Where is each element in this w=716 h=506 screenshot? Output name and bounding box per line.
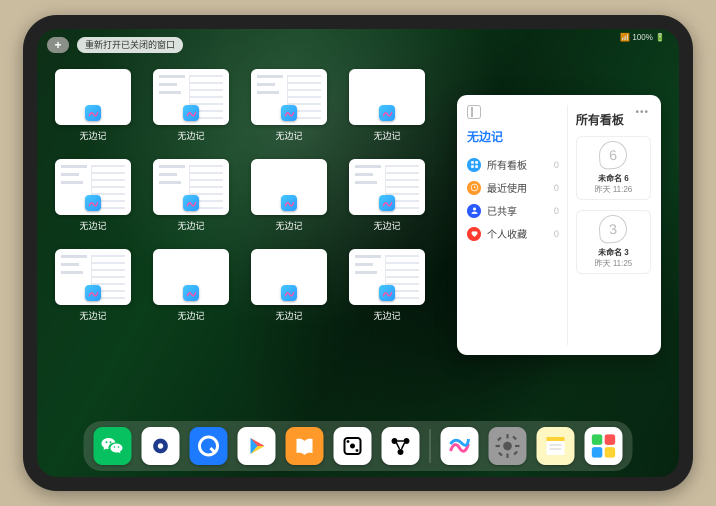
reopen-closed-window-pill[interactable]: 重新打开已关闭的窗口 [77,37,183,53]
freeform-app-icon [183,285,199,301]
person-icon [467,204,481,218]
panel-sidebar: 无边记 所有看板 0 最近使用 0 已共享 0 个人收藏 0 [467,105,559,345]
new-window-button[interactable]: + [47,37,69,53]
more-icon[interactable]: ••• [635,107,649,118]
dock-library-icon[interactable] [585,427,623,465]
freeform-panel[interactable]: 无边记 所有看板 0 最近使用 0 已共享 0 个人收藏 0 ••• [457,95,661,355]
sidebar-item-label: 已共享 [487,203,517,218]
window-label: 无边记 [275,219,302,232]
grid-icon [467,158,481,172]
board-title: 未命名 6 [598,173,629,184]
sidebar-item-heart[interactable]: 个人收藏 0 [467,222,559,245]
sidebar-icon [467,105,481,119]
window-label: 无边记 [79,309,106,322]
window-label: 无边记 [373,309,400,322]
freeform-app-icon [379,285,395,301]
window-card[interactable]: 无边记 [55,249,131,329]
board-card[interactable]: 3 未命名 3 昨天 11:25 [576,210,651,274]
window-card[interactable]: 无边记 [55,159,131,239]
freeform-app-icon [379,195,395,211]
dock-play-icon[interactable] [238,427,276,465]
window-grid: 无边记 无边记 无边记 无边记 无边记 [55,69,445,329]
dock-browser2-icon[interactable] [190,427,228,465]
window-thumbnail [153,249,229,305]
window-label: 无边记 [373,219,400,232]
sidebar-item-person[interactable]: 已共享 0 [467,199,559,222]
dock-browser1-icon[interactable] [142,427,180,465]
board-glyph: 6 [598,140,628,170]
freeform-app-icon [85,285,101,301]
window-label: 无边记 [177,219,204,232]
window-thumbnail [251,249,327,305]
heart-icon [467,227,481,241]
window-card[interactable]: 无边记 [153,69,229,149]
window-card[interactable]: 无边记 [55,69,131,149]
freeform-app-icon [183,195,199,211]
board-card[interactable]: 6 未命名 6 昨天 11:26 [576,136,651,200]
window-label: 无边记 [275,129,302,142]
dock-settings-icon[interactable] [489,427,527,465]
sidebar-item-count: 0 [554,183,559,193]
panel-main: ••• 所有看板 6 未命名 6 昨天 11:263 未命名 3 昨天 11:2… [567,105,651,345]
window-card[interactable]: 无边记 [349,69,425,149]
window-label: 无边记 [177,309,204,322]
dock-nodes-icon[interactable] [382,427,420,465]
dock-notes-icon[interactable] [537,427,575,465]
sidebar-item-label: 所有看板 [487,157,527,172]
window-card[interactable]: 无边记 [153,159,229,239]
sidebar-item-label: 最近使用 [487,180,527,195]
window-thumbnail [349,69,425,125]
board-title: 未命名 3 [598,247,629,258]
window-label: 无边记 [79,219,106,232]
clock-icon [467,181,481,195]
window-label: 无边记 [373,129,400,142]
window-card[interactable]: 无边记 [251,249,327,329]
window-thumbnail [153,159,229,215]
sidebar-item-label: 个人收藏 [487,226,527,241]
board-glyph: 3 [598,214,628,244]
window-label: 无边记 [79,129,106,142]
dock-freeform-icon[interactable] [441,427,479,465]
freeform-app-icon [281,105,297,121]
window-card[interactable]: 无边记 [349,249,425,329]
freeform-app-icon [281,285,297,301]
window-thumbnail [153,69,229,125]
window-thumbnail [349,159,425,215]
dock-books-icon[interactable] [286,427,324,465]
dock-separator [430,429,431,463]
panel-left-title: 无边记 [467,128,559,145]
board-subtitle: 昨天 11:25 [595,258,633,269]
window-card[interactable]: 无边记 [251,159,327,239]
sidebar-item-clock[interactable]: 最近使用 0 [467,176,559,199]
ipad-frame: 📶 100% 🔋 + 重新打开已关闭的窗口 无边记 无边记 无边记 无 [23,15,693,491]
freeform-app-icon [379,105,395,121]
freeform-app-icon [183,105,199,121]
freeform-app-icon [85,195,101,211]
dock-dice-icon[interactable] [334,427,372,465]
status-bar: 📶 100% 🔋 [620,33,665,42]
window-thumbnail [251,159,327,215]
sidebar-item-count: 0 [554,160,559,170]
window-thumbnail [349,249,425,305]
dock-wechat-icon[interactable] [94,427,132,465]
window-card[interactable]: 无边记 [153,249,229,329]
board-subtitle: 昨天 11:26 [595,184,633,195]
sidebar-item-grid[interactable]: 所有看板 0 [467,153,559,176]
window-card[interactable]: 无边记 [251,69,327,149]
window-label: 无边记 [177,129,204,142]
window-thumbnail [55,159,131,215]
window-label: 无边记 [275,309,302,322]
freeform-app-icon [85,105,101,121]
window-thumbnail [251,69,327,125]
window-card[interactable]: 无边记 [349,159,425,239]
screen: 📶 100% 🔋 + 重新打开已关闭的窗口 无边记 无边记 无边记 无 [37,29,679,477]
sidebar-item-count: 0 [554,229,559,239]
window-thumbnail [55,69,131,125]
dock [84,421,633,471]
sidebar-item-count: 0 [554,206,559,216]
window-thumbnail [55,249,131,305]
freeform-app-icon [281,195,297,211]
